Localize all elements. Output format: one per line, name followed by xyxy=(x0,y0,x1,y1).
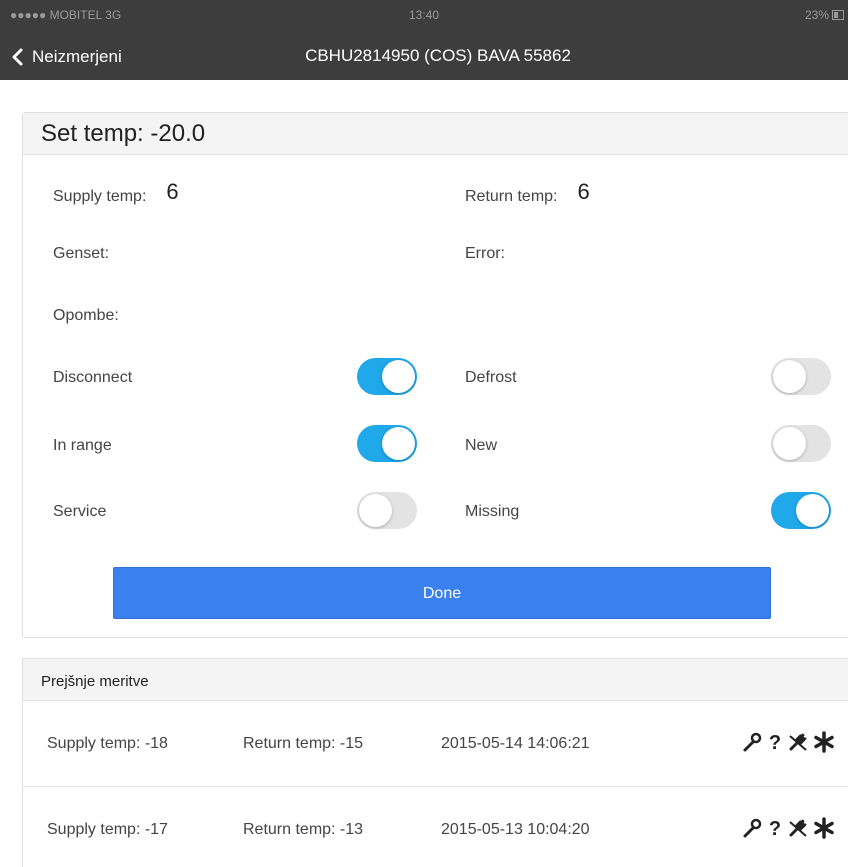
toggle-knob xyxy=(359,494,392,527)
history-row[interactable]: Supply temp: -17 Return temp: -13 2015-0… xyxy=(23,787,848,867)
return-temp-row: Return temp: 6 xyxy=(465,179,590,207)
history-heading: Prejšnje meritve xyxy=(23,659,848,701)
battery-percent: 23% xyxy=(804,8,829,22)
supply-temp-label: Supply temp: xyxy=(53,188,147,205)
battery-icon xyxy=(832,10,844,20)
return-temp-label: Return temp: xyxy=(465,188,558,205)
new-toggle[interactable] xyxy=(771,425,831,462)
set-temp-heading: Set temp: -20.0 xyxy=(23,113,848,155)
toggle-label-missing: Missing xyxy=(465,503,520,520)
history-return: Return temp: -13 xyxy=(243,821,364,838)
toggle-knob xyxy=(773,427,806,460)
history-row[interactable]: Supply temp: -18 Return temp: -15 2015-0… xyxy=(23,701,848,787)
clock: 13:40 xyxy=(408,8,440,22)
history-timestamp: 2015-05-13 10:04:20 xyxy=(441,821,590,838)
measurement-form: Set temp: -20.0 Supply temp: 6 Return tem… xyxy=(22,112,848,638)
unplugged-icon xyxy=(789,819,807,837)
svg-text:?: ? xyxy=(769,732,781,753)
genset-label: Genset: xyxy=(53,245,110,262)
history-supply: Supply temp: -18 xyxy=(47,735,168,752)
question-icon: ? xyxy=(769,818,781,839)
history-return: Return temp: -15 xyxy=(243,735,364,752)
top-bar: ●●●●● MOBITEL 3G 13:40 23% Neizmerjeni C… xyxy=(0,0,848,80)
supply-temp-row: Supply temp: 6 xyxy=(53,179,179,207)
disconnect-toggle[interactable] xyxy=(357,358,417,395)
in-range-toggle[interactable] xyxy=(357,425,417,462)
toggle-knob xyxy=(382,427,415,460)
battery-indicator: 23% xyxy=(805,8,844,22)
return-temp-value[interactable]: 6 xyxy=(577,179,589,204)
snowflake-icon xyxy=(814,817,834,839)
history-status-icons: ? xyxy=(737,817,835,839)
done-button[interactable]: Done xyxy=(113,567,771,619)
toggle-label-in-range: In range xyxy=(53,437,112,454)
service-toggle[interactable] xyxy=(357,492,417,529)
toggle-knob xyxy=(773,360,806,393)
history-status-icons: ? xyxy=(737,731,835,753)
toggle-label-service: Service xyxy=(53,503,107,520)
toggle-label-disconnect: Disconnect xyxy=(53,369,133,386)
toggle-label-new: New xyxy=(465,437,498,454)
toggle-label-defrost: Defrost xyxy=(465,369,517,386)
missing-toggle[interactable] xyxy=(771,492,831,529)
page-title-text: CBHU2814950 (COS) BAVA 55862 xyxy=(305,46,571,65)
status-bar: ●●●●● MOBITEL 3G 13:40 23% xyxy=(0,0,848,34)
toggle-knob xyxy=(796,494,829,527)
page-title: CBHU2814950 (COS) BAVA 55862 xyxy=(0,46,848,66)
unplugged-icon xyxy=(789,733,807,751)
supply-temp-value[interactable]: 6 xyxy=(166,179,178,204)
navigation-bar: Neizmerjeni CBHU2814950 (COS) BAVA 55862 xyxy=(0,34,848,80)
error-label: Error: xyxy=(465,245,505,262)
wrench-icon xyxy=(743,732,762,752)
toggle-knob xyxy=(382,360,415,393)
notes-label: Opombe: xyxy=(53,307,119,324)
previous-measurements: Prejšnje meritve Supply temp: -18 Return… xyxy=(22,658,848,867)
history-timestamp: 2015-05-14 14:06:21 xyxy=(441,735,590,752)
snowflake-icon xyxy=(814,731,834,753)
wrench-icon xyxy=(743,818,762,838)
defrost-toggle[interactable] xyxy=(771,358,831,395)
question-icon: ? xyxy=(769,732,781,753)
history-supply: Supply temp: -17 xyxy=(47,821,168,838)
svg-text:?: ? xyxy=(769,818,781,839)
